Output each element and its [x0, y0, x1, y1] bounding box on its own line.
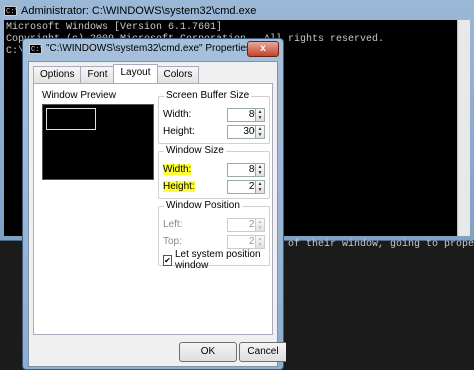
window-size-group: Window Size Width: 80 ▲▼ Height: 25 ▲▼ — [158, 145, 270, 199]
checkmark-icon: ✔ — [163, 254, 172, 266]
window-preview — [42, 104, 154, 180]
window-width-spinner[interactable]: ▲ ▼ — [255, 163, 265, 177]
background-text: er of their window, going to properti — [270, 239, 474, 250]
position-left-spinner[interactable]: ▲ ▼ — [255, 218, 265, 232]
buffer-height-label: Height: — [163, 126, 195, 137]
console-line: Microsoft Windows [Version 6.1.7601] — [6, 22, 223, 33]
window-height-label: Height: — [163, 181, 195, 192]
cancel-button[interactable]: Cancel — [239, 342, 286, 362]
let-system-position-checkbox[interactable]: ✔ Let system position window — [163, 249, 269, 271]
dialog-titlebar[interactable]: C:\ "C:\WINDOWS\system32\cmd.exe" Proper… — [29, 43, 251, 54]
cmd-icon: C:\ — [4, 6, 19, 16]
checkbox-label: Let system position window — [174, 249, 261, 271]
screen-buffer-title: Screen Buffer Size — [164, 90, 252, 101]
buffer-width-label: Width: — [163, 109, 192, 120]
tab-layout[interactable]: Layout — [113, 64, 158, 83]
vertical-scrollbar[interactable] — [457, 20, 470, 236]
preview-window-outline — [46, 108, 96, 130]
properties-dialog: C:\ "C:\WINDOWS\system32\cmd.exe" Proper… — [22, 38, 286, 370]
cmd-icon: C:\ — [29, 43, 44, 54]
window-position-title: Window Position — [164, 200, 242, 211]
console-titlebar[interactable]: C:\ Administrator: C:\WINDOWS\system32\c… — [4, 2, 470, 20]
window-height-spinner[interactable]: ▲ ▼ — [255, 180, 265, 194]
tab-colors[interactable]: Colors — [156, 66, 200, 83]
buffer-width-spinner[interactable]: ▲ ▼ — [255, 108, 265, 122]
dialog-body: Options Font Layout Colors Window Previe… — [28, 61, 286, 367]
window-position-group: Window Position Left: 25 ▲▼ Top: 25 ▲▼ ✔… — [158, 200, 270, 271]
window-preview-label: Window Preview — [42, 90, 116, 101]
buffer-height-spinner[interactable]: ▲ ▼ — [255, 125, 265, 139]
console-title: Administrator: C:\WINDOWS\system32\cmd.e… — [21, 5, 257, 17]
window-size-title: Window Size — [164, 145, 226, 156]
tab-options[interactable]: Options — [33, 66, 82, 83]
window-width-label: Width: — [163, 164, 192, 175]
close-button[interactable]: x — [247, 41, 279, 57]
position-top-label: Top: — [163, 236, 182, 247]
ok-button[interactable]: OK — [179, 342, 237, 362]
layout-panel: Window Preview Screen Buffer Size Width:… — [33, 83, 273, 335]
tab-strip: Options Font Layout Colors — [33, 64, 200, 83]
screen-buffer-group: Screen Buffer Size Width: 80 ▲▼ Height: … — [158, 90, 270, 144]
position-left-label: Left: — [163, 219, 183, 230]
position-top-spinner[interactable]: ▲ ▼ — [255, 235, 265, 249]
dialog-title: "C:\WINDOWS\system32\cmd.exe" Properties — [46, 43, 251, 54]
tab-font[interactable]: Font — [80, 66, 115, 83]
